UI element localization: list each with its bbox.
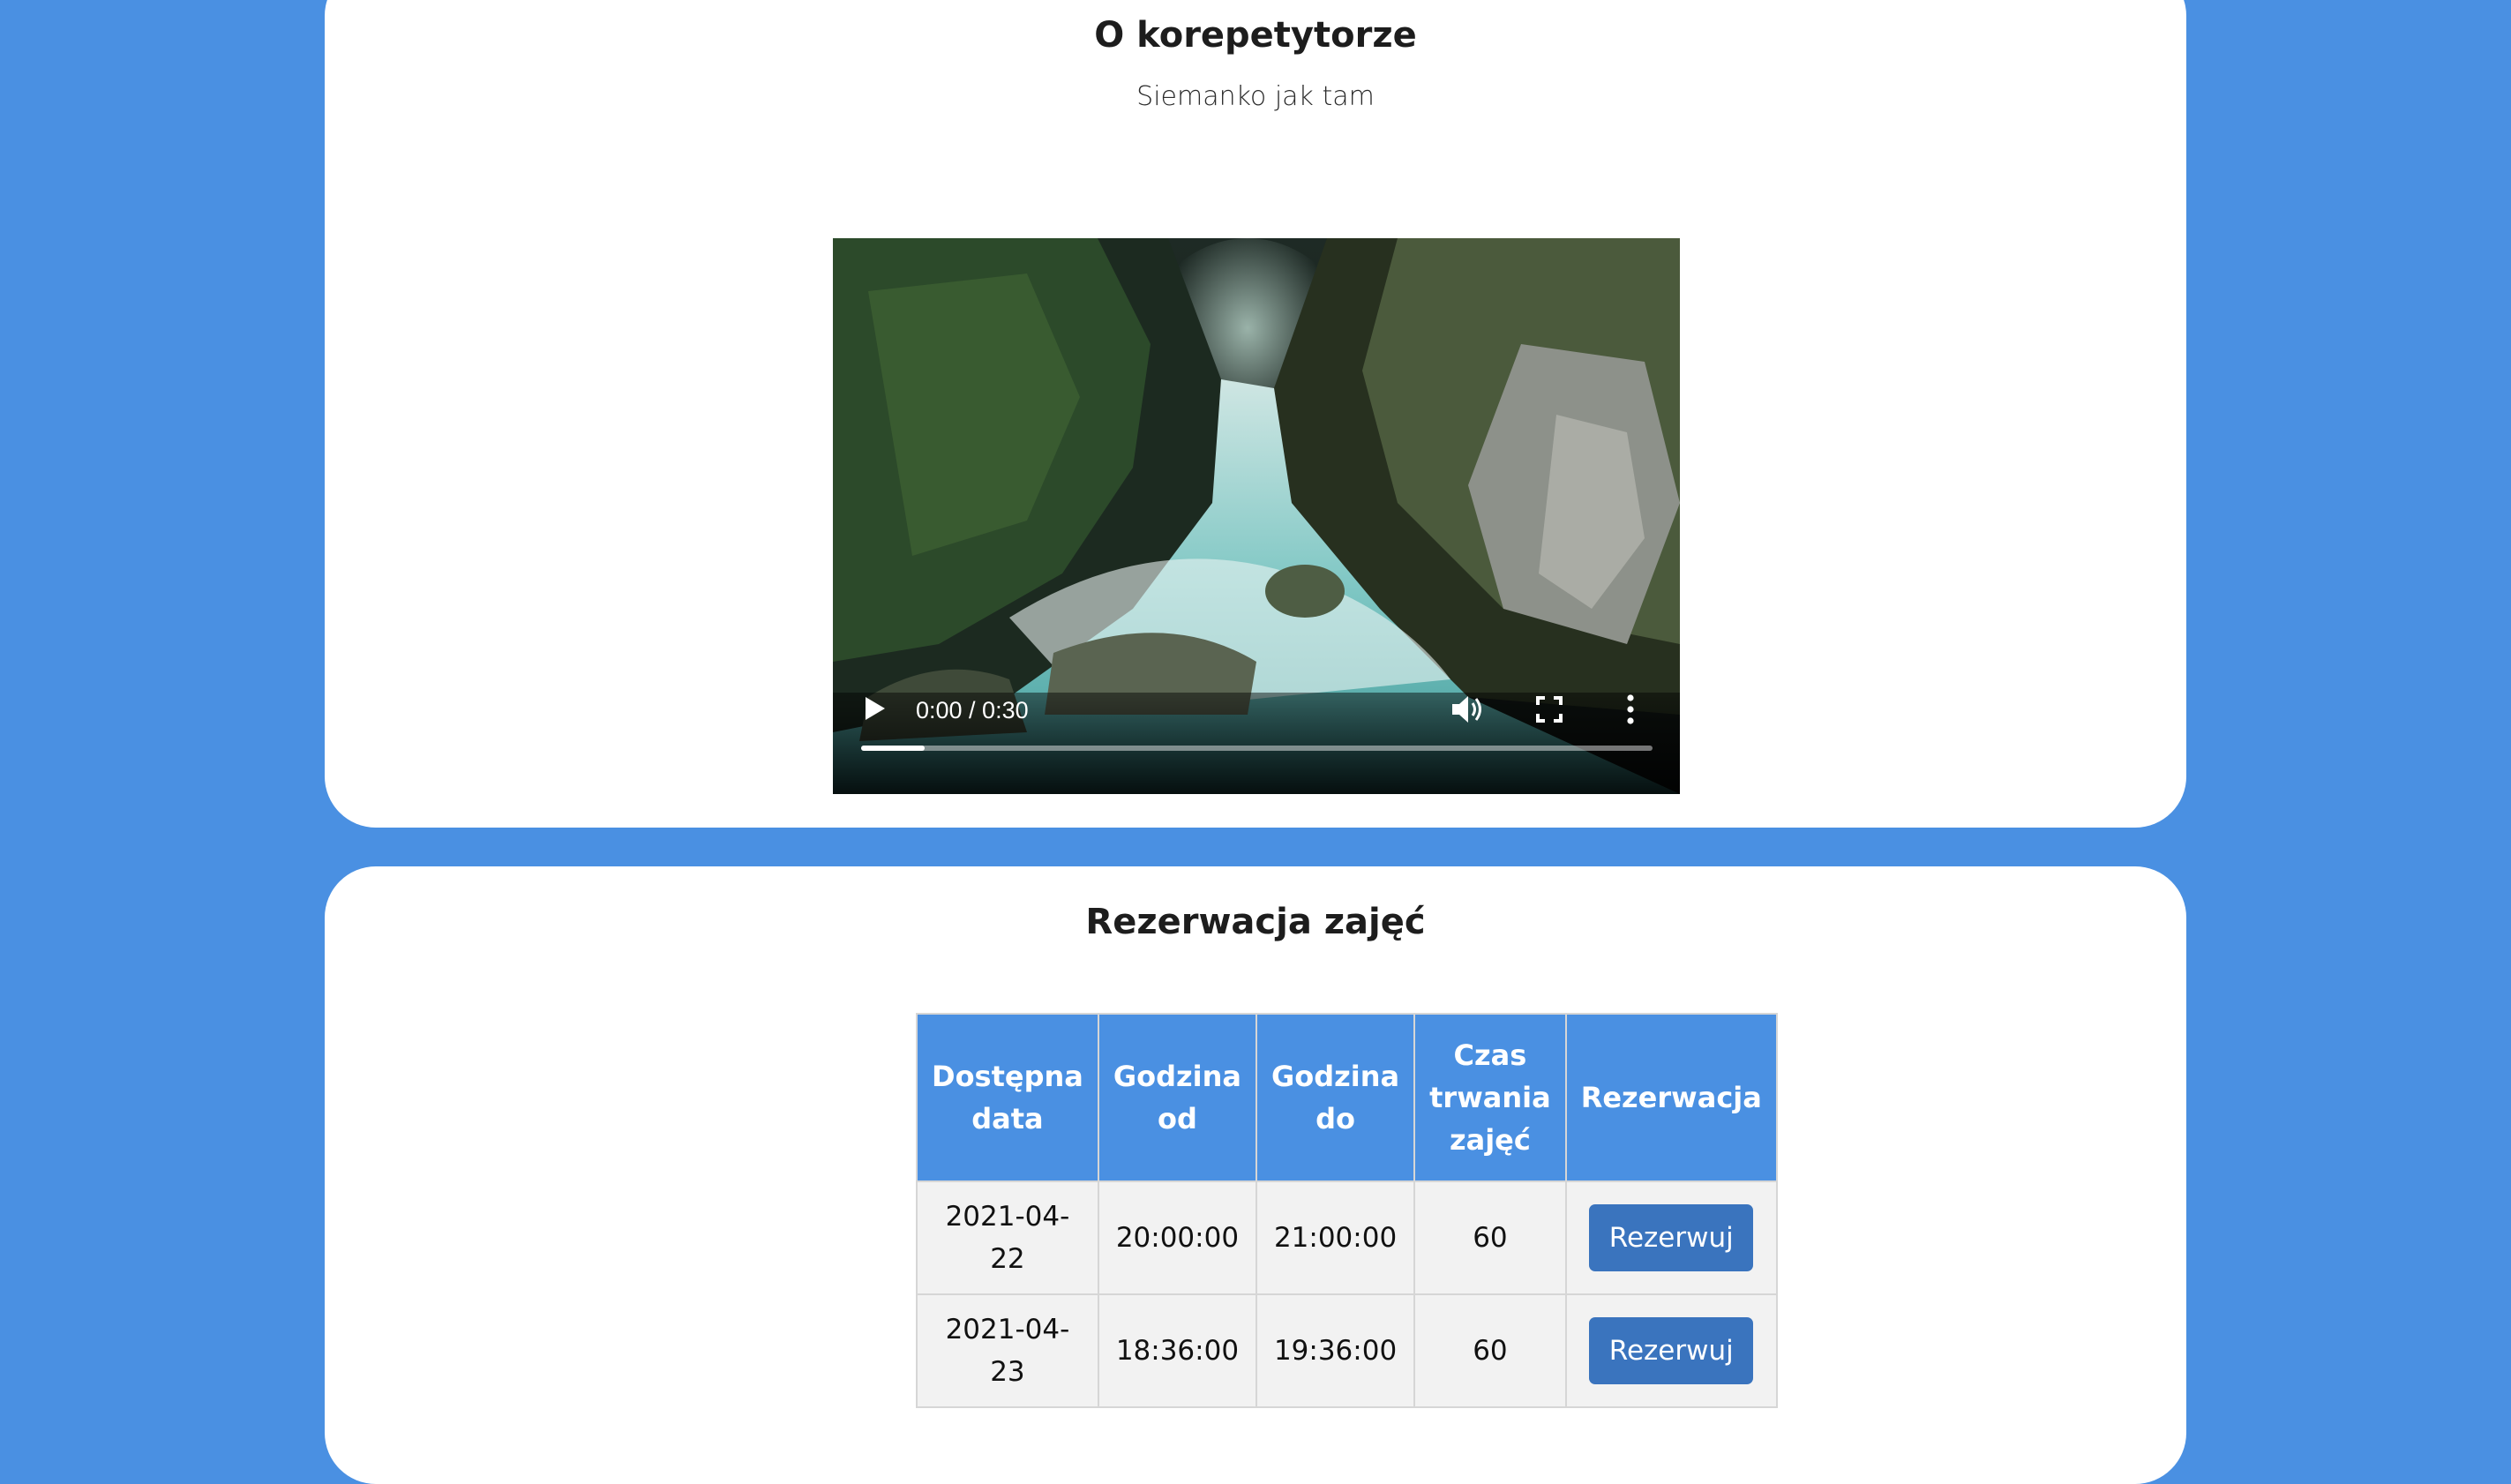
header-time-from: Godzina od <box>1097 1013 1258 1182</box>
header-time-to: Godzina do <box>1255 1013 1416 1182</box>
header-duration: Czas trwania zajęć <box>1413 1013 1567 1182</box>
about-tutor-card: O korepetytorze Siemanko jak tam 0:00 / … <box>325 0 2186 828</box>
header-duration-line: trwania <box>1429 1081 1551 1114</box>
video-player[interactable]: 0:00 / 0:30 <box>833 238 1680 794</box>
table-row: 2021-04- 23 18:36:00 19:36:00 60 Rezerwuj <box>916 1293 1778 1408</box>
available-slots-table: Dostępna data Godzina od Godzina do Czas trw… <box>916 1013 1778 1408</box>
cell-time-from: 18:36:00 <box>1097 1293 1258 1408</box>
cell-date-line: 2021-04- <box>945 1314 1070 1345</box>
header-date-line: data <box>971 1102 1044 1135</box>
cell-date-line: 2021-04- <box>945 1201 1070 1233</box>
booking-title: Rezerwacja zajęć <box>1085 902 1426 942</box>
fullscreen-icon[interactable] <box>1535 695 1563 723</box>
cell-date: 2021-04- 23 <box>916 1293 1099 1408</box>
cell-date-line: 23 <box>990 1356 1025 1388</box>
play-icon[interactable] <box>864 695 887 722</box>
video-time-display: 0:00 / 0:30 <box>916 697 1029 723</box>
cell-reservation: Rezerwuj <box>1564 1293 1778 1408</box>
volume-icon[interactable] <box>1450 693 1486 725</box>
cell-date: 2021-04- 22 <box>916 1180 1099 1295</box>
table-row: 2021-04- 22 20:00:00 21:00:00 60 Rezerwuj <box>916 1180 1778 1295</box>
header-duration-line: zajęć <box>1449 1123 1531 1157</box>
about-description: Siemanko jak tam <box>1136 81 1375 112</box>
header-reservation-line: Rezerwacja <box>1580 1081 1762 1114</box>
header-from-line: Godzina <box>1113 1060 1241 1093</box>
table-header-row: Dostępna data Godzina od Godzina do Czas trw… <box>916 1013 1778 1182</box>
video-buffered-fill <box>861 746 925 751</box>
cell-reservation: Rezerwuj <box>1564 1180 1778 1295</box>
cell-duration: 60 <box>1413 1180 1567 1295</box>
video-progress-bar[interactable] <box>861 746 1653 751</box>
header-duration-line: Czas <box>1453 1038 1527 1072</box>
booking-card: Rezerwacja zajęć Dostępna data Godzina od … <box>325 866 2186 1484</box>
reserve-button[interactable]: Rezerwuj <box>1589 1317 1754 1384</box>
header-date-line: Dostępna <box>932 1060 1083 1093</box>
header-date: Dostępna data <box>916 1013 1099 1182</box>
header-reservation: Rezerwacja <box>1564 1013 1778 1182</box>
cell-time-to: 21:00:00 <box>1255 1180 1416 1295</box>
about-title: O korepetytorze <box>1094 15 1417 56</box>
cell-duration: 60 <box>1413 1293 1567 1408</box>
header-to-line: do <box>1315 1102 1355 1135</box>
header-to-line: Godzina <box>1271 1060 1400 1093</box>
reserve-button[interactable]: Rezerwuj <box>1589 1204 1754 1271</box>
more-options-icon[interactable] <box>1625 693 1636 725</box>
header-from-line: od <box>1157 1102 1197 1135</box>
cell-time-from: 20:00:00 <box>1097 1180 1258 1295</box>
cell-time-to: 19:36:00 <box>1255 1293 1416 1408</box>
cell-date-line: 22 <box>990 1243 1025 1275</box>
